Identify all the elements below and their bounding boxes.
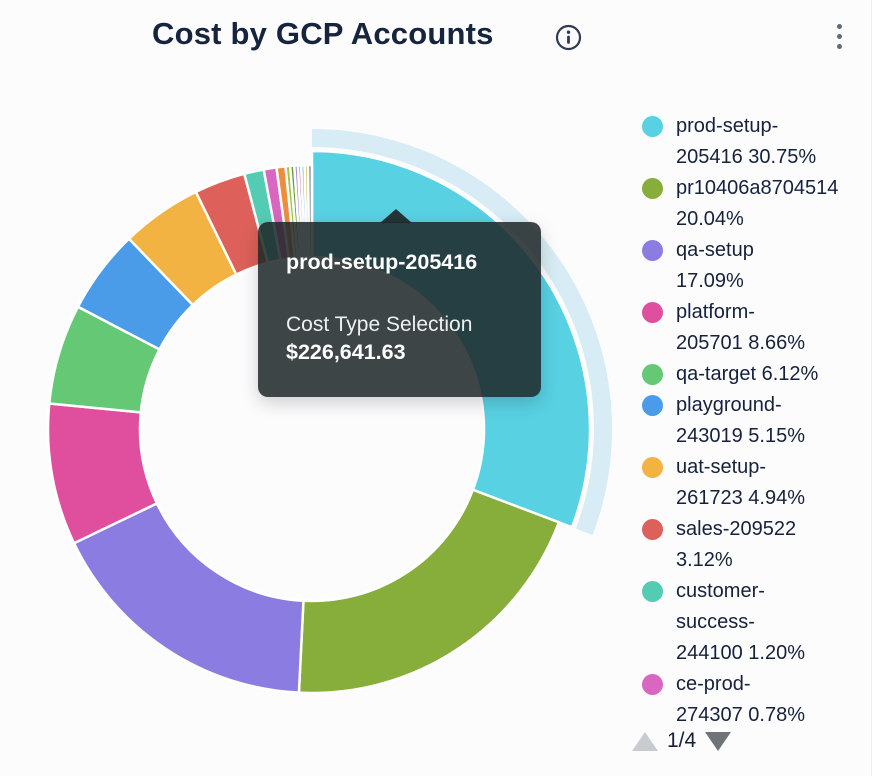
legend: prod-setup-205416 30.75%pr10406a87045142… xyxy=(642,111,868,723)
legend-item-label: platform-205701 8.66% xyxy=(676,297,805,359)
legend-color-dot-icon xyxy=(642,395,663,416)
widget-card: Cost by GCP Accounts prod-setup-205416 C… xyxy=(0,0,872,776)
legend-item-label: qa-target 6.12% xyxy=(676,359,818,390)
legend-color-dot-icon xyxy=(642,457,663,478)
legend-item-label: sales-2095223.12% xyxy=(676,514,796,576)
cost-by-gcp-accounts-widget: { "header": { "title": "Cost by GCP Acco… xyxy=(0,0,890,776)
tooltip-cost-type-label: Cost Type Selection xyxy=(286,311,513,338)
legend-item[interactable]: platform-205701 8.66% xyxy=(642,297,868,359)
legend-color-dot-icon xyxy=(642,364,663,385)
legend-item-label: customer-success-244100 1.20% xyxy=(676,576,805,669)
legend-color-dot-icon xyxy=(642,302,663,323)
legend-item[interactable]: customer-success-244100 1.20% xyxy=(642,576,868,669)
legend-item[interactable]: playground-243019 5.15% xyxy=(642,390,868,452)
donut-slice-qa-setup[interactable] xyxy=(74,503,303,692)
tooltip-cost-value: $226,641.63 xyxy=(286,338,513,366)
legend-color-dot-icon xyxy=(642,240,663,261)
legend-item-label: ce-prod-274307 0.78% xyxy=(676,669,805,723)
legend-pagination: 1/4 xyxy=(632,729,731,753)
legend-item[interactable]: qa-target 6.12% xyxy=(642,359,868,390)
legend-page-up-icon[interactable] xyxy=(632,732,658,751)
legend-item[interactable]: prod-setup-205416 30.75% xyxy=(642,111,868,173)
legend-item-label: qa-setup17.09% xyxy=(676,235,754,297)
legend-page-label: 1/4 xyxy=(667,729,696,753)
page-gutter xyxy=(872,0,890,776)
legend-color-dot-icon xyxy=(642,581,663,602)
legend-item-label: pr10406a870451420.04% xyxy=(676,173,838,235)
donut-slice-pr10406a8704514[interactable] xyxy=(299,490,559,693)
legend-color-dot-icon xyxy=(642,519,663,540)
legend-item[interactable]: qa-setup17.09% xyxy=(642,235,868,297)
legend-color-dot-icon xyxy=(642,674,663,695)
legend-item[interactable]: ce-prod-274307 0.78% xyxy=(642,669,868,723)
legend-color-dot-icon xyxy=(642,178,663,199)
tooltip-series-name: prod-setup-205416 xyxy=(286,249,513,275)
legend-item[interactable]: sales-2095223.12% xyxy=(642,514,868,576)
legend-item-label: uat-setup-261723 4.94% xyxy=(676,452,805,514)
legend-item[interactable]: uat-setup-261723 4.94% xyxy=(642,452,868,514)
chart-tooltip: prod-setup-205416 Cost Type Selection $2… xyxy=(258,222,541,397)
legend-color-dot-icon xyxy=(642,116,663,137)
tooltip-arrow-icon xyxy=(380,209,412,223)
legend-item-label: playground-243019 5.15% xyxy=(676,390,805,452)
legend-item[interactable]: pr10406a870451420.04% xyxy=(642,173,868,235)
legend-page-down-icon[interactable] xyxy=(705,732,731,751)
legend-item-label: prod-setup-205416 30.75% xyxy=(676,111,816,173)
